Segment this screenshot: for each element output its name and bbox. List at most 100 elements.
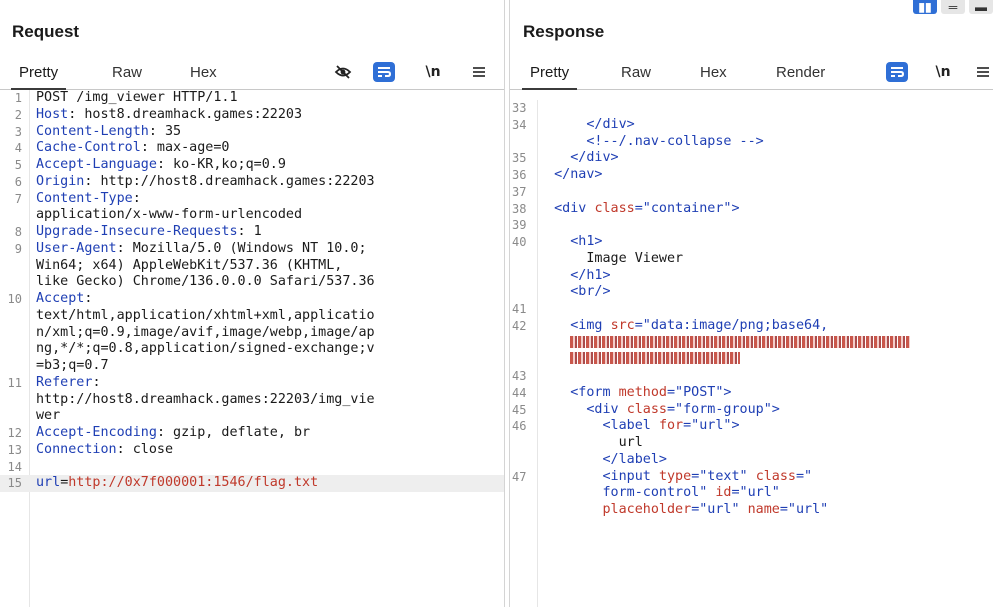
hamburger-icon[interactable]: [972, 62, 993, 82]
hamburger-icon[interactable]: [468, 62, 490, 82]
line-number: [510, 268, 524, 285]
code-line: 40 <h1>: [510, 234, 993, 251]
code-line: 44 <form method="POST">: [510, 385, 993, 402]
request-editor[interactable]: 1 POST /img_viewer HTTP/1.1 2 Host: host8.d…: [0, 90, 504, 607]
line-text: Accept-Language: ko-KR,ko;q=0.9: [36, 157, 286, 172]
line-text: [22, 459, 504, 476]
line-text: <h1>: [538, 234, 603, 249]
line-number: 47: [512, 469, 527, 484]
line-text: </h1>: [538, 267, 611, 283]
line-text: User-Agent: Mozilla/5.0 (Windows NT 10.0…: [36, 240, 367, 256]
code-line: ng,*/*;q=0.8,application/signed-exchange…: [0, 341, 504, 358]
response-tab-hex[interactable]: Hex: [700, 64, 727, 81]
line-text: placeholder="url" name="url": [602, 502, 829, 517]
line-text: <img src="data:image/png;base64,: [538, 317, 829, 333]
code-line: 15 url=http://0x7f000001:1546/flag.txt: [0, 475, 504, 492]
newline-toggle[interactable]: \n: [422, 62, 444, 82]
line-text: Accept-Encoding: gzip, deflate, br: [36, 425, 311, 440]
line-text: Upgrade-Insecure-Requests: 1: [36, 224, 262, 239]
line-text: [524, 335, 993, 352]
code-line: 13 Connection: close: [0, 442, 504, 459]
line-number: [0, 258, 22, 275]
code-line: form-control" id="url": [510, 485, 993, 502]
wrap-lines-icon[interactable]: [886, 62, 908, 82]
code-line: Image Viewer: [510, 251, 993, 268]
line-text: Content-Type:: [36, 190, 141, 206]
code-line: 41: [510, 301, 993, 318]
line-text: Connection: close: [36, 441, 174, 457]
line-number: [510, 485, 524, 502]
line-number: 40: [512, 235, 527, 249]
request-tab-raw[interactable]: Raw: [112, 64, 142, 81]
line-number: [510, 435, 524, 452]
code-line: [510, 335, 993, 352]
code-line: [510, 351, 993, 368]
code-line: 33: [510, 100, 993, 117]
request-tab-pretty[interactable]: Pretty: [10, 64, 67, 90]
redacted-image-data: [570, 352, 741, 365]
line-text: url: [538, 435, 643, 450]
line-text: </div>: [538, 150, 619, 166]
line-text: text/html,application/xhtml+xml,applicat…: [36, 307, 375, 323]
line-number: [0, 341, 22, 358]
code-line: 6 Origin: http://host8.dreamhack.games:22…: [0, 174, 504, 191]
code-line: wer: [0, 408, 504, 425]
code-line: 3 Content-Length: 35: [0, 124, 504, 141]
code-line: 11 Referer:: [0, 375, 504, 392]
code-line: 35 </div>: [510, 150, 993, 167]
line-text: <div class="container">: [538, 200, 740, 216]
response-tab-pretty[interactable]: Pretty: [521, 64, 578, 90]
response-tab-raw[interactable]: Raw: [621, 64, 651, 81]
line-text: Origin: http://host8.dreamhack.games:222…: [36, 173, 375, 189]
code-line: application/x-www-form-urlencoded: [0, 207, 504, 224]
code-line: 34 </div>: [510, 117, 993, 134]
layout-horizontal-icon[interactable]: ═: [941, 0, 965, 14]
line-number: [510, 335, 524, 352]
code-line: 43: [510, 368, 993, 385]
eye-slash-icon[interactable]: [332, 62, 354, 82]
line-text: ng,*/*;q=0.8,application/signed-exchange…: [36, 341, 375, 357]
line-number: 4: [14, 141, 22, 156]
line-number: 9: [14, 241, 22, 256]
request-tab-hex[interactable]: Hex: [190, 64, 217, 81]
line-text: Referer:: [36, 374, 101, 390]
line-number: [0, 408, 22, 425]
line-text: [524, 217, 993, 234]
response-viewer[interactable]: 33 34 </div> <!--/.nav-collapse --> 35 </d…: [510, 100, 993, 607]
newline-toggle[interactable]: \n: [932, 62, 954, 82]
line-text: [524, 368, 993, 385]
response-tab-render[interactable]: Render: [776, 64, 825, 81]
code-line: like Gecko) Chrome/136.0.0.0 Safari/537.…: [0, 274, 504, 291]
code-line: 7 Content-Type:: [0, 191, 504, 208]
code-line: text/html,application/xhtml+xml,applicat…: [0, 308, 504, 325]
line-text: <!--/.nav-collapse -->: [538, 133, 764, 149]
line-number: 12: [7, 426, 22, 440]
line-number: 45: [512, 402, 527, 417]
line-text: </label>: [538, 451, 667, 467]
line-text: <br/>: [538, 284, 611, 300]
line-number: [510, 452, 524, 469]
line-number: [510, 284, 524, 301]
wrap-lines-icon[interactable]: [373, 62, 395, 82]
code-line: 47 <input type="text" class=": [510, 469, 993, 486]
code-line: 10 Accept:: [0, 291, 504, 308]
line-text: application/x-www-form-urlencoded: [36, 207, 303, 223]
code-line: <br/>: [510, 284, 993, 301]
line-number: [510, 251, 524, 268]
response-pane: ▮▮ ═ ▬ Response Pretty Raw Hex Render \n…: [510, 0, 993, 607]
line-text: url=http://0x7f000001:1546/flag.txt: [36, 475, 319, 491]
line-number: 11: [7, 375, 22, 390]
line-number: 13: [7, 442, 22, 457]
line-number: 1: [14, 91, 22, 105]
line-number: 43: [512, 369, 527, 383]
code-line: 45 <div class="form-group">: [510, 402, 993, 419]
line-number: 8: [14, 225, 22, 239]
code-line: </label>: [510, 452, 993, 469]
line-text: form-control" id="url": [538, 485, 780, 501]
line-text: [524, 301, 993, 318]
line-number: 39: [512, 218, 527, 233]
layout-single-icon[interactable]: ▬: [969, 0, 993, 14]
response-tabs: Pretty Raw Hex Render \n: [510, 54, 993, 90]
layout-split-icon[interactable]: ▮▮: [913, 0, 937, 14]
line-number: 35: [512, 151, 527, 166]
